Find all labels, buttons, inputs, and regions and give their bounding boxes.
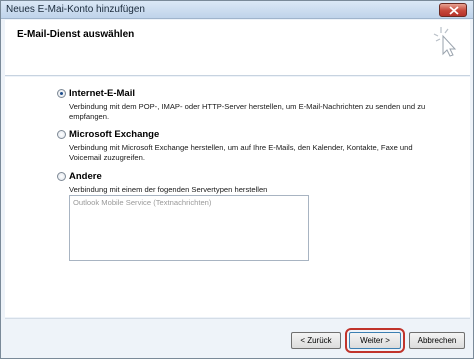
close-button[interactable] (439, 3, 467, 17)
option-label[interactable]: Microsoft Exchange (69, 129, 159, 140)
window-title: Neues E-Mai-Konto hinzufügen (6, 4, 145, 15)
wizard-header: E-Mail-Dienst auswählen (5, 20, 470, 76)
cancel-button[interactable]: Abbrechen (409, 332, 465, 349)
wizard-footer: < Zurück Weiter > Abbrechen (5, 318, 470, 356)
title-bar[interactable]: Neues E-Mai-Konto hinzufügen (1, 1, 473, 19)
option-label[interactable]: Andere (69, 171, 102, 182)
dialog-window: Neues E-Mai-Konto hinzufügen E-Mail-Dien… (0, 0, 474, 359)
option-description: Verbindung mit einem der fogenden Server… (69, 185, 268, 194)
option-microsoft-exchange[interactable]: Microsoft Exchange Verbindung mit Micros… (57, 129, 447, 163)
list-item: Outlook Mobile Service (Textnachrichten) (73, 198, 212, 207)
close-icon (449, 6, 459, 15)
server-type-list[interactable]: Outlook Mobile Service (Textnachrichten) (69, 195, 309, 261)
wizard-content: Internet-E-Mail Verbindung mit dem POP-,… (5, 77, 470, 317)
option-label[interactable]: Internet-E-Mail (69, 88, 135, 99)
back-button[interactable]: < Zurück (291, 332, 341, 349)
page-title: E-Mail-Dienst auswählen (17, 29, 135, 40)
radio-internet-email[interactable] (57, 89, 66, 98)
radio-microsoft-exchange[interactable] (57, 130, 66, 139)
option-internet-email[interactable]: Internet-E-Mail Verbindung mit dem POP-,… (57, 88, 447, 122)
next-button[interactable]: Weiter > (345, 328, 405, 353)
option-other[interactable]: Andere Verbindung mit einem der fogenden… (57, 171, 447, 195)
sparkle-cursor-icon (433, 27, 457, 57)
option-description: Verbindung mit Microsoft Exchange herste… (69, 143, 413, 162)
radio-other[interactable] (57, 172, 66, 181)
option-description: Verbindung mit dem POP-, IMAP- oder HTTP… (69, 102, 426, 121)
